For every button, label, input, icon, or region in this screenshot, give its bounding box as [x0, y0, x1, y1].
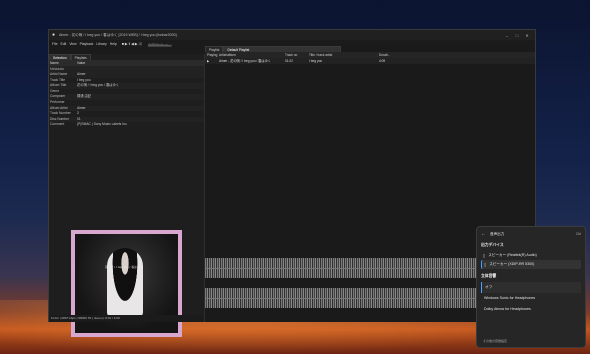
- window-title: Aimer - 花の唄 / I beg you / 春はゆく [2019 WEB…: [59, 32, 177, 37]
- menu-help[interactable]: Help: [110, 42, 117, 46]
- menu-library[interactable]: Library: [96, 42, 106, 46]
- playing-indicator-icon: ▶: [207, 59, 210, 63]
- flyout-header-right: Ctrl: [576, 232, 581, 236]
- spatial-windows-sonic[interactable]: Windows Sonic for Headphones: [481, 293, 581, 304]
- flyout-header: ← 音声出力 Ctrl: [481, 230, 581, 238]
- audio-output-flyout: ← 音声出力 Ctrl 出力デバイス ▯ スピーカー (Realtek(R) A…: [476, 226, 586, 348]
- row-artist-album: Aimer - 花の唄 / I beg you / 春はゆく: [219, 59, 271, 63]
- left-panel: Selection Playlists Name Value Metadata …: [49, 54, 205, 337]
- menu-view[interactable]: View: [69, 42, 76, 46]
- speaker-icon: ▯: [484, 262, 487, 267]
- device-name: スピーカー (Realtek(R) Audio): [488, 253, 537, 257]
- flyout-title: 音声出力: [490, 231, 505, 236]
- spatial-audio-label: 立体音響: [481, 274, 497, 278]
- row-duration: 4:09: [379, 59, 386, 63]
- row-track-no: 01.02: [285, 59, 293, 63]
- row-title: I beg you: [309, 59, 323, 63]
- column-value[interactable]: Value: [77, 60, 85, 66]
- device-xdip[interactable]: ▯ スピーカー (XDIP-RR 5300): [481, 260, 581, 269]
- output-devices-label: 出力デバイス: [481, 243, 504, 247]
- playlist-row[interactable]: ▶ Aimer - 花の唄 / I beg you / 春はゆく 01.02 I…: [205, 58, 535, 64]
- menu-file[interactable]: File: [52, 42, 57, 46]
- menu-playback[interactable]: Playback: [80, 42, 94, 46]
- status-bar: FLAC | 2897 kbps | 96000 Hz | stereo | 0…: [49, 315, 204, 322]
- spectrum-visualizer: [147, 42, 172, 47]
- player-window: ● Aimer - 花の唄 / I beg you / 春はゆく [2019 W…: [48, 29, 536, 337]
- menu-edit[interactable]: Edit: [60, 42, 66, 46]
- minimize-button[interactable]: –: [502, 33, 512, 38]
- device-realtek[interactable]: ▯ スピーカー (Realtek(R) Audio): [481, 251, 581, 260]
- more-volume-settings-link[interactable]: その他の音量設定: [483, 339, 507, 343]
- title-bar: ● Aimer - 花の唄 / I beg you / 春はゆく [2019 W…: [49, 30, 535, 40]
- app-icon: ●: [52, 31, 56, 38]
- speaker-icon: ▯: [483, 253, 486, 258]
- album-art-caption: 花の唄 / I beg you / 春はゆく: [105, 266, 143, 269]
- device-name: スピーカー (XDIP-RR 5300): [489, 262, 535, 266]
- maximize-button[interactable]: □: [512, 33, 522, 38]
- singer-figure: [107, 248, 143, 318]
- properties-list: Artist Name Aimer Track Title I beg you Albu…: [49, 72, 204, 128]
- transport-controls[interactable]: ■ ▶ ‖ ◀ ▶ ⤮: [122, 42, 142, 46]
- back-arrow-icon[interactable]: ←: [481, 231, 486, 237]
- property-value: (P)SMAC | Sony Music Labels Inc.: [77, 122, 128, 127]
- close-button[interactable]: ✕: [522, 33, 532, 38]
- property-row[interactable]: Comment (P)SMAC | Sony Music Labels Inc.: [49, 122, 204, 128]
- spatial-off[interactable]: オフ: [481, 282, 581, 293]
- spatial-dolby-atmos[interactable]: Dolby Atmos for Headphones: [481, 304, 581, 315]
- property-name: Comment: [50, 122, 65, 127]
